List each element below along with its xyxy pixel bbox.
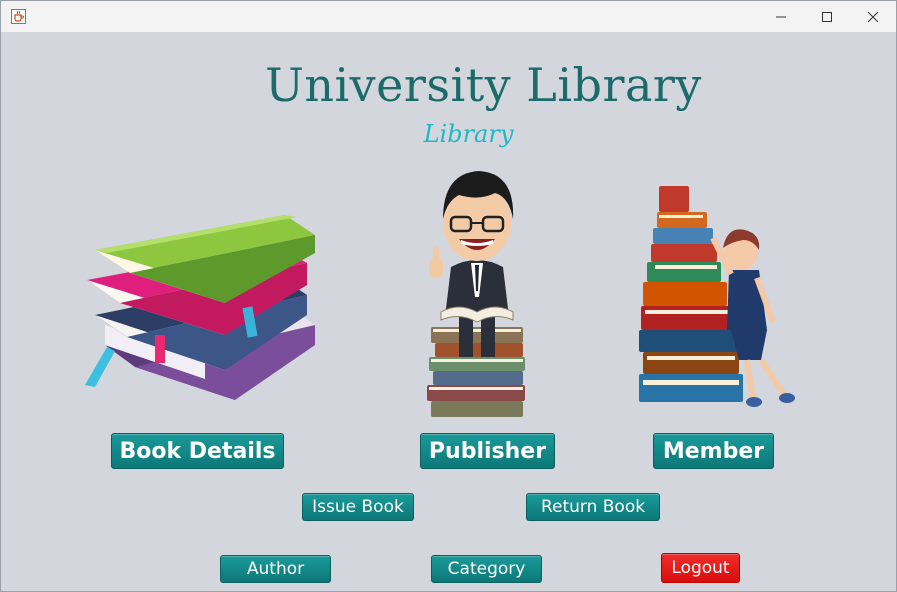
member-button[interactable]: Member [653,433,774,469]
book-details-button[interactable]: Book Details [111,433,284,469]
category-button[interactable]: Category [431,555,542,583]
logout-button[interactable]: Logout [661,553,740,583]
minimize-icon [776,16,786,17]
child-climbing-books-icon [639,186,795,407]
main-panel: University Library Library Book Details … [1,32,896,591]
close-icon [868,11,878,22]
title-bar[interactable] [1,1,896,32]
close-button[interactable] [850,1,896,32]
reader-on-books-icon [427,171,525,417]
maximize-button[interactable] [804,1,850,32]
book-stack-icon [85,215,315,400]
app-window: University Library Library Book Details … [0,0,897,592]
page-subtitle: Library [423,120,514,148]
return-book-button[interactable]: Return Book [526,493,660,521]
minimize-button[interactable] [758,1,804,32]
publisher-button[interactable]: Publisher [420,433,555,469]
maximize-icon [822,11,832,22]
java-cup-icon [11,9,26,24]
issue-book-button[interactable]: Issue Book [302,493,414,521]
page-title: University Library [265,58,702,112]
author-button[interactable]: Author [220,555,331,583]
